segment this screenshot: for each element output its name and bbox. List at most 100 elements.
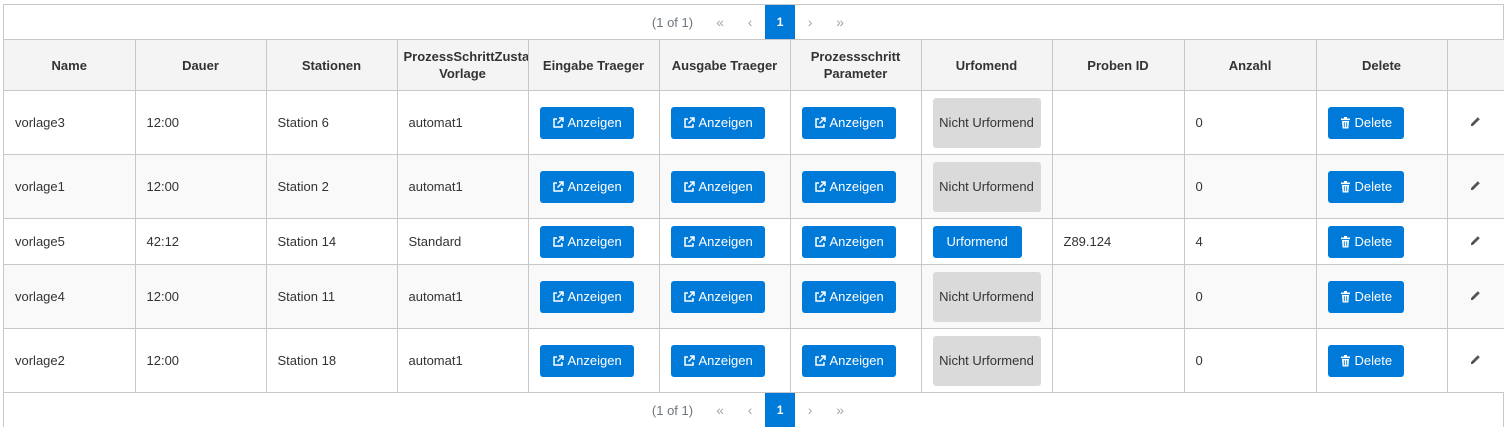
ausgabe-traeger-anzeigen-button[interactable]: Anzeigen xyxy=(670,170,765,203)
delete-label: Delete xyxy=(1354,179,1393,194)
delete-button[interactable]: Delete xyxy=(1327,280,1405,313)
urformend-toggle-button[interactable]: Nicht Urformend xyxy=(932,161,1041,212)
external-link-icon xyxy=(552,180,564,193)
delete-label: Delete xyxy=(1354,115,1393,130)
data-table: (1 of 1) « ‹ 1 › » Name Dauer Stationen … xyxy=(3,4,1504,427)
column-header-dauer[interactable]: Dauer xyxy=(135,40,267,91)
external-link-icon xyxy=(683,116,695,129)
parameter-anzeigen-button[interactable]: Anzeigen xyxy=(801,170,896,203)
cell-name: vorlage4 xyxy=(4,264,136,329)
column-header-anzahl[interactable]: Anzahl xyxy=(1184,40,1317,91)
external-link-icon xyxy=(552,354,564,367)
parameter-anzeigen-cell: Anzeigen xyxy=(790,90,922,155)
edit-cell xyxy=(1447,218,1504,265)
prev-page-button[interactable]: ‹ xyxy=(735,5,765,39)
cell-proben-id xyxy=(1052,328,1185,392)
eingabe-traeger-anzeigen-label: Anzeigen xyxy=(567,115,622,130)
chevron-right-icon: › xyxy=(807,402,813,418)
delete-button[interactable]: Delete xyxy=(1327,225,1405,258)
ausgabe-traeger-anzeigen-button[interactable]: Anzeigen xyxy=(670,344,765,377)
edit-cell xyxy=(1447,328,1504,392)
urformend-cell: Urformend xyxy=(921,218,1053,265)
column-header-parameter[interactable]: Prozessschritt Parameter xyxy=(790,40,922,91)
cell-name: vorlage2 xyxy=(4,328,136,392)
page-number-button[interactable]: 1 xyxy=(765,5,796,39)
ausgabe-traeger-anzeigen-cell: Anzeigen xyxy=(659,328,791,392)
delete-cell: Delete xyxy=(1316,218,1448,265)
first-page-button[interactable]: « xyxy=(705,393,735,427)
parameter-anzeigen-button[interactable]: Anzeigen xyxy=(801,280,896,313)
first-page-button[interactable]: « xyxy=(705,5,735,39)
delete-label: Delete xyxy=(1354,353,1393,368)
urformend-toggle-button[interactable]: Urformend xyxy=(932,225,1022,258)
ausgabe-traeger-anzeigen-cell: Anzeigen xyxy=(659,218,791,265)
page-number-button[interactable]: 1 xyxy=(765,393,796,427)
delete-cell: Delete xyxy=(1316,154,1448,219)
last-page-button[interactable]: » xyxy=(825,393,855,427)
paginator-bottom: (1 of 1) « ‹ 1 › » xyxy=(4,392,1503,427)
column-header-eingabe[interactable]: Eingabe Traeger xyxy=(528,40,660,91)
delete-button[interactable]: Delete xyxy=(1327,344,1405,377)
external-link-icon xyxy=(814,354,826,367)
delete-button[interactable]: Delete xyxy=(1327,106,1405,139)
eingabe-traeger-anzeigen-button[interactable]: Anzeigen xyxy=(539,344,634,377)
eingabe-traeger-anzeigen-button[interactable]: Anzeigen xyxy=(539,170,634,203)
external-link-icon xyxy=(683,290,695,303)
eingabe-traeger-anzeigen-button[interactable]: Anzeigen xyxy=(539,225,634,258)
table-row: vorlage1 12:00 Station 2 automat1 Anzeigen An… xyxy=(4,154,1504,219)
column-header-proben-id[interactable]: Proben ID xyxy=(1052,40,1185,91)
urformend-cell: Nicht Urformend xyxy=(921,90,1053,155)
pencil-icon[interactable] xyxy=(1470,115,1481,130)
delete-label: Delete xyxy=(1354,234,1393,249)
ausgabe-traeger-anzeigen-button[interactable]: Anzeigen xyxy=(670,280,765,313)
double-chevron-right-icon: » xyxy=(836,402,844,418)
parameter-anzeigen-cell: Anzeigen xyxy=(790,264,922,329)
cell-vorlage: Standard xyxy=(397,218,529,265)
delete-label: Delete xyxy=(1354,289,1393,304)
next-page-button[interactable]: › xyxy=(795,393,825,427)
cell-name: vorlage1 xyxy=(4,154,136,219)
next-page-button[interactable]: › xyxy=(795,5,825,39)
page-report: (1 of 1) xyxy=(651,14,694,30)
pencil-icon[interactable] xyxy=(1470,353,1481,368)
eingabe-traeger-anzeigen-button[interactable]: Anzeigen xyxy=(539,106,634,139)
column-header-urfomend[interactable]: Urfomend xyxy=(921,40,1053,91)
cell-proben-id xyxy=(1052,264,1185,329)
urformend-toggle-button[interactable]: Nicht Urformend xyxy=(932,97,1041,148)
pencil-icon[interactable] xyxy=(1470,179,1481,194)
eingabe-traeger-anzeigen-button[interactable]: Anzeigen xyxy=(539,280,634,313)
external-link-icon xyxy=(814,235,826,248)
parameter-anzeigen-button[interactable]: Anzeigen xyxy=(801,344,896,377)
column-header-stationen[interactable]: Stationen xyxy=(266,40,398,91)
cell-vorlage: automat1 xyxy=(397,154,529,219)
ausgabe-traeger-anzeigen-button[interactable]: Anzeigen xyxy=(670,225,765,258)
parameter-anzeigen-cell: Anzeigen xyxy=(790,218,922,265)
pencil-icon[interactable] xyxy=(1470,234,1481,249)
parameter-anzeigen-button[interactable]: Anzeigen xyxy=(801,106,896,139)
cell-anzahl: 4 xyxy=(1184,218,1317,265)
column-header-ausgabe[interactable]: Ausgabe Traeger xyxy=(659,40,791,91)
ausgabe-traeger-anzeigen-button[interactable]: Anzeigen xyxy=(670,106,765,139)
last-page-button[interactable]: » xyxy=(825,5,855,39)
column-header-name[interactable]: Name xyxy=(4,40,136,91)
prev-page-button[interactable]: ‹ xyxy=(735,393,765,427)
parameter-anzeigen-button[interactable]: Anzeigen xyxy=(801,225,896,258)
urformend-toggle-button[interactable]: Nicht Urformend xyxy=(932,335,1041,386)
eingabe-traeger-anzeigen-label: Anzeigen xyxy=(567,234,622,249)
ausgabe-traeger-anzeigen-label: Anzeigen xyxy=(698,289,753,304)
cell-dauer: 12:00 xyxy=(135,264,267,329)
delete-button[interactable]: Delete xyxy=(1327,170,1405,203)
urformend-toggle-button[interactable]: Nicht Urformend xyxy=(932,271,1041,322)
column-header-vorlage[interactable]: ProzessSchrittZustand Vorlage xyxy=(397,40,529,91)
cell-stationen: Station 6 xyxy=(266,90,398,155)
column-header-delete[interactable]: Delete xyxy=(1316,40,1448,91)
cell-dauer: 12:00 xyxy=(135,328,267,392)
double-chevron-left-icon: « xyxy=(716,402,724,418)
pencil-icon[interactable] xyxy=(1470,289,1481,304)
ausgabe-traeger-anzeigen-cell: Anzeigen xyxy=(659,90,791,155)
cell-proben-id xyxy=(1052,154,1185,219)
trash-icon xyxy=(1340,116,1351,129)
external-link-icon xyxy=(814,290,826,303)
double-chevron-right-icon: » xyxy=(836,14,844,30)
chevron-left-icon: ‹ xyxy=(747,14,753,30)
